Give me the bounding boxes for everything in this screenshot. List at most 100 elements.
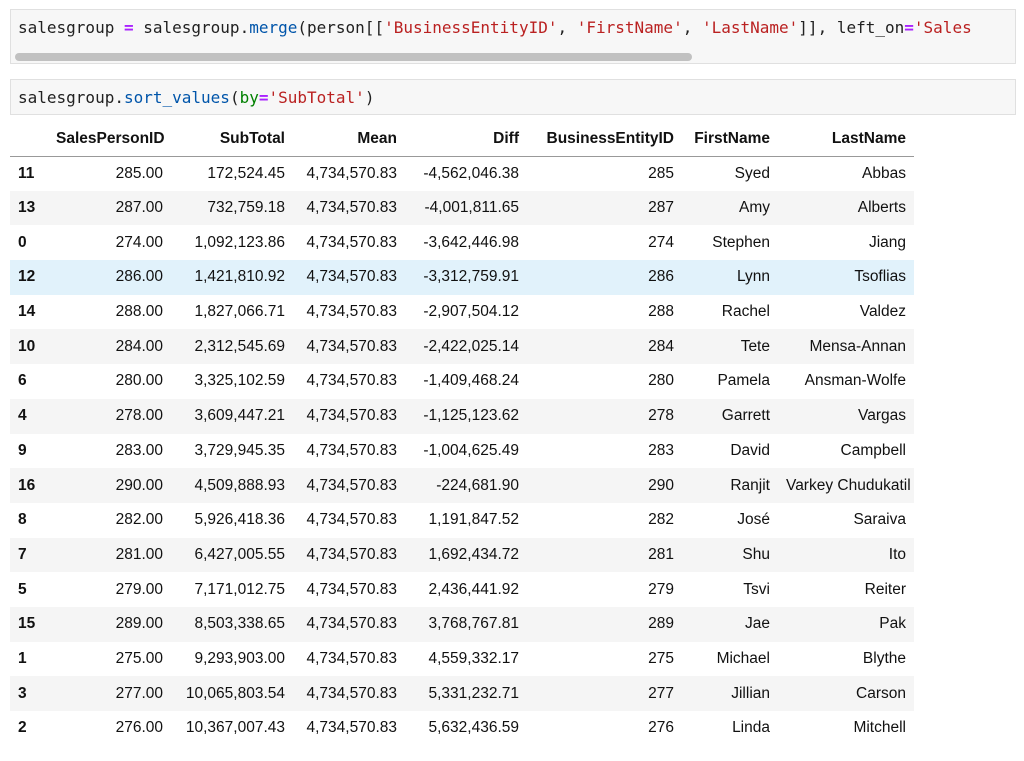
code-line-sort-values[interactable]: salesgroup.sort_values(by='SubTotal')	[18, 87, 374, 109]
column-header: SubTotal	[171, 122, 293, 157]
table-cell: Rachel	[721, 303, 770, 321]
table-cell: 274.00	[115, 233, 163, 251]
column-header: BusinessEntityID	[527, 122, 682, 157]
table-cell: 3,325,102.59	[194, 372, 285, 390]
table-cell: Michael	[716, 649, 770, 667]
table-cell: 286	[648, 268, 674, 286]
row-index: 11	[18, 164, 35, 182]
table-cell: 4,734,570.83	[306, 719, 397, 737]
table-cell: 4,734,570.83	[306, 476, 397, 494]
table-cell: Linda	[732, 719, 770, 737]
table-cell: Jiang	[868, 233, 906, 251]
table-cell: Reiter	[864, 580, 906, 598]
code-token: salesgroup	[18, 18, 115, 37]
table-cell: -2,907,504.12	[423, 303, 519, 321]
table-cell: Carson	[856, 684, 906, 702]
row-index: 0	[18, 233, 27, 251]
table-cell: Tsoflias	[854, 268, 906, 286]
table-cell: 283	[648, 441, 674, 459]
table-row: 12 286.00 1,421,810.92 4,734,570.83 -3,312,7…	[10, 260, 914, 295]
table-cell: 9,293,903.00	[194, 649, 285, 667]
table-cell: Pak	[879, 615, 906, 633]
row-index: 12	[18, 268, 36, 286]
table-cell: 4,734,570.83	[306, 684, 397, 702]
table-cell: 1,421,810.92	[194, 268, 285, 286]
table-cell: Ito	[888, 545, 906, 563]
table-cell: Valdez	[859, 303, 906, 321]
table-cell: 4,734,570.83	[306, 580, 397, 598]
row-index: 4	[18, 407, 27, 425]
table-cell: 4,734,570.83	[306, 372, 397, 390]
code-token: salesgroup.	[18, 88, 124, 107]
row-index: 15	[18, 615, 36, 633]
table-row: 1 275.00 9,293,903.00 4,734,570.83 4,559,332…	[10, 642, 914, 677]
table-cell: 275.00	[115, 649, 163, 667]
table-cell: 289	[648, 615, 674, 633]
dataframe-output-table: SalesPersonID SubTotal Mean Diff BusinessEnt…	[10, 122, 914, 746]
code-token: (person[[	[297, 18, 385, 37]
table-cell: 288.00	[115, 303, 163, 321]
table-cell: -3,312,759.91	[423, 268, 519, 286]
table-cell: 4,734,570.83	[306, 545, 397, 563]
row-index: 9	[18, 441, 27, 459]
column-header: LastName	[778, 122, 914, 157]
row-index: 7	[18, 545, 27, 563]
table-cell: 277.00	[115, 684, 163, 702]
code-token: ,	[682, 18, 702, 37]
table-cell: 4,734,570.83	[306, 511, 397, 529]
table-cell: Vargas	[858, 407, 906, 425]
table-cell: 4,734,570.83	[306, 615, 397, 633]
table-row: 8 282.00 5,926,418.36 4,734,570.83 1,191,847…	[10, 503, 914, 538]
table-cell: Saraiva	[853, 511, 906, 529]
table-cell: 3,768,767.81	[428, 615, 519, 633]
table-cell: 284.00	[115, 337, 163, 355]
table-cell: Lynn	[736, 268, 770, 286]
column-header: FirstName	[682, 122, 778, 157]
scrollbar-thumb[interactable]	[15, 53, 692, 61]
table-cell: 285	[648, 164, 674, 182]
table-cell: 278	[648, 407, 674, 425]
table-cell: 279	[648, 580, 674, 598]
horizontal-scrollbar[interactable]	[11, 50, 1015, 63]
table-cell: 3,729,945.35	[194, 441, 285, 459]
table-cell: Amy	[739, 199, 770, 217]
table-cell: 1,092,123.86	[194, 233, 285, 251]
table-cell: 4,734,570.83	[306, 407, 397, 425]
row-index: 1	[18, 649, 27, 667]
table-row: 10 284.00 2,312,545.69 4,734,570.83 -2,422,0…	[10, 329, 914, 365]
table-cell: Blythe	[862, 649, 906, 667]
table-cell: 290	[648, 476, 674, 494]
table-cell: -3,642,446.98	[423, 233, 519, 251]
table-cell: 5,926,418.36	[194, 511, 285, 529]
code-token: 'LastName'	[701, 18, 799, 37]
column-header: Mean	[293, 122, 405, 157]
table-cell: 290.00	[115, 476, 163, 494]
table-cell: 279.00	[115, 580, 163, 598]
table-cell: 287	[648, 199, 674, 217]
code-line-merge[interactable]: salesgroup = salesgroup.merge(person[['B…	[18, 17, 972, 39]
code-token: by	[239, 88, 259, 107]
row-index: 8	[18, 511, 27, 529]
table-row: 11 285.00 172,524.45 4,734,570.83 -4,562,046…	[10, 156, 914, 191]
table-cell: 4,734,570.83	[306, 268, 397, 286]
table-cell: 274	[648, 233, 674, 251]
row-index: 16	[18, 476, 36, 494]
table-cell: Stephen	[712, 233, 770, 251]
table-row: 6 280.00 3,325,102.59 4,734,570.83 -1,409,46…	[10, 364, 914, 399]
table-cell: 732,759.18	[207, 199, 285, 217]
code-cell-merge[interactable]: salesgroup = salesgroup.merge(person[['B…	[10, 9, 1016, 64]
row-index: 10	[18, 337, 36, 355]
table-cell: 5,632,436.59	[428, 719, 519, 737]
table-cell: 281	[648, 545, 674, 563]
code-cell-sort-values[interactable]: salesgroup.sort_values(by='SubTotal')	[10, 79, 1016, 115]
table-cell: 1,191,847.52	[428, 511, 519, 529]
row-index: 2	[18, 719, 27, 737]
table-cell: Tete	[740, 337, 770, 355]
code-token: (	[229, 88, 240, 107]
code-token: )	[364, 88, 375, 107]
table-cell: -1,004,625.49	[423, 441, 519, 459]
table-cell: 4,734,570.83	[306, 303, 397, 321]
table-cell: David	[730, 441, 770, 459]
table-cell: 278.00	[115, 407, 163, 425]
code-token: 'SubTotal'	[268, 88, 365, 107]
